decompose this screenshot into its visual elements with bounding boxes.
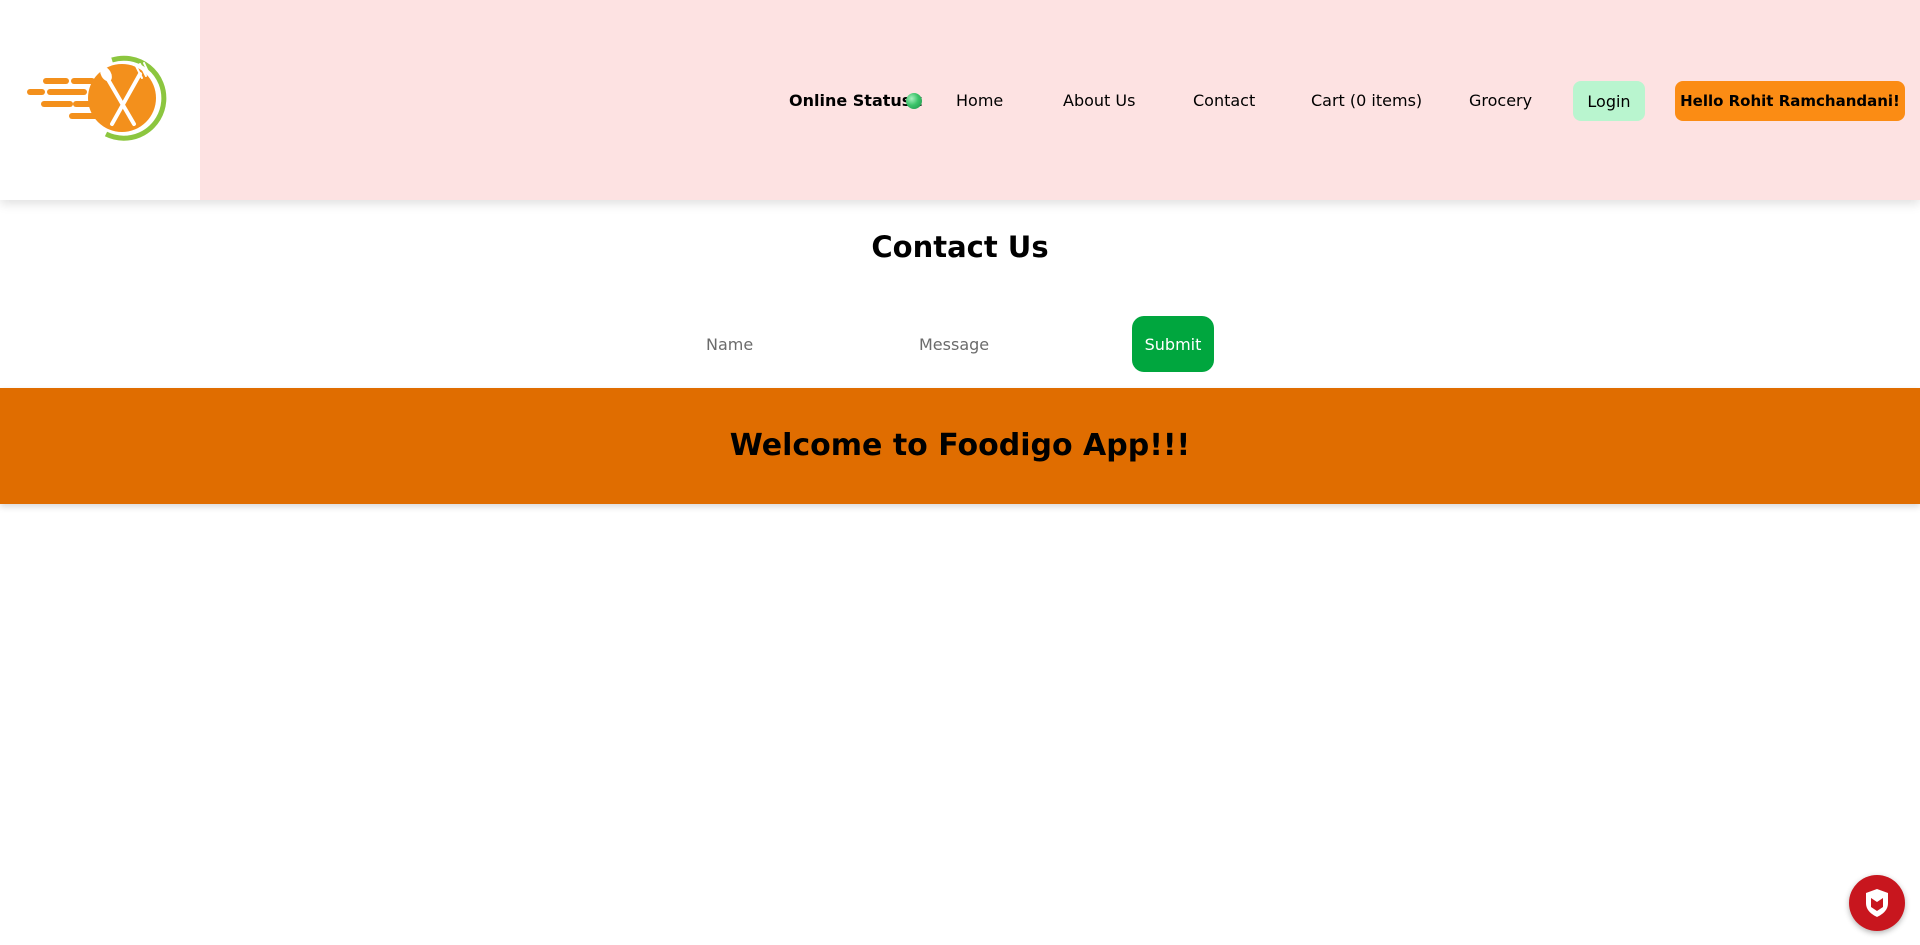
extension-badge[interactable] <box>1849 875 1905 931</box>
nav-link-grocery[interactable]: Grocery <box>1469 81 1532 121</box>
welcome-title: Welcome to Foodigo App!!! <box>729 428 1191 463</box>
welcome-banner: Welcome to Foodigo App!!! <box>0 388 1920 504</box>
login-button[interactable]: Login <box>1573 81 1645 121</box>
online-status-indicator <box>906 93 922 109</box>
mcafee-shield-icon <box>1866 889 1888 917</box>
main-nav: Online Status : Home About Us Contact Ca… <box>0 81 1920 121</box>
online-status-label: Online Status : <box>789 91 924 110</box>
name-input[interactable] <box>694 320 894 368</box>
user-greeting-button[interactable]: Hello Rohit Ramchandani! <box>1675 81 1905 121</box>
nav-link-about-us[interactable]: About Us <box>1063 81 1135 121</box>
submit-button[interactable]: Submit <box>1132 316 1214 372</box>
message-input[interactable] <box>907 320 1107 368</box>
page-title: Contact Us <box>871 230 1049 264</box>
nav-link-contact[interactable]: Contact <box>1193 81 1255 121</box>
nav-link-cart[interactable]: Cart (0 items) <box>1311 81 1422 121</box>
nav-link-home[interactable]: Home <box>956 81 1003 121</box>
site-header: Online Status : Home About Us Contact Ca… <box>0 0 1920 200</box>
